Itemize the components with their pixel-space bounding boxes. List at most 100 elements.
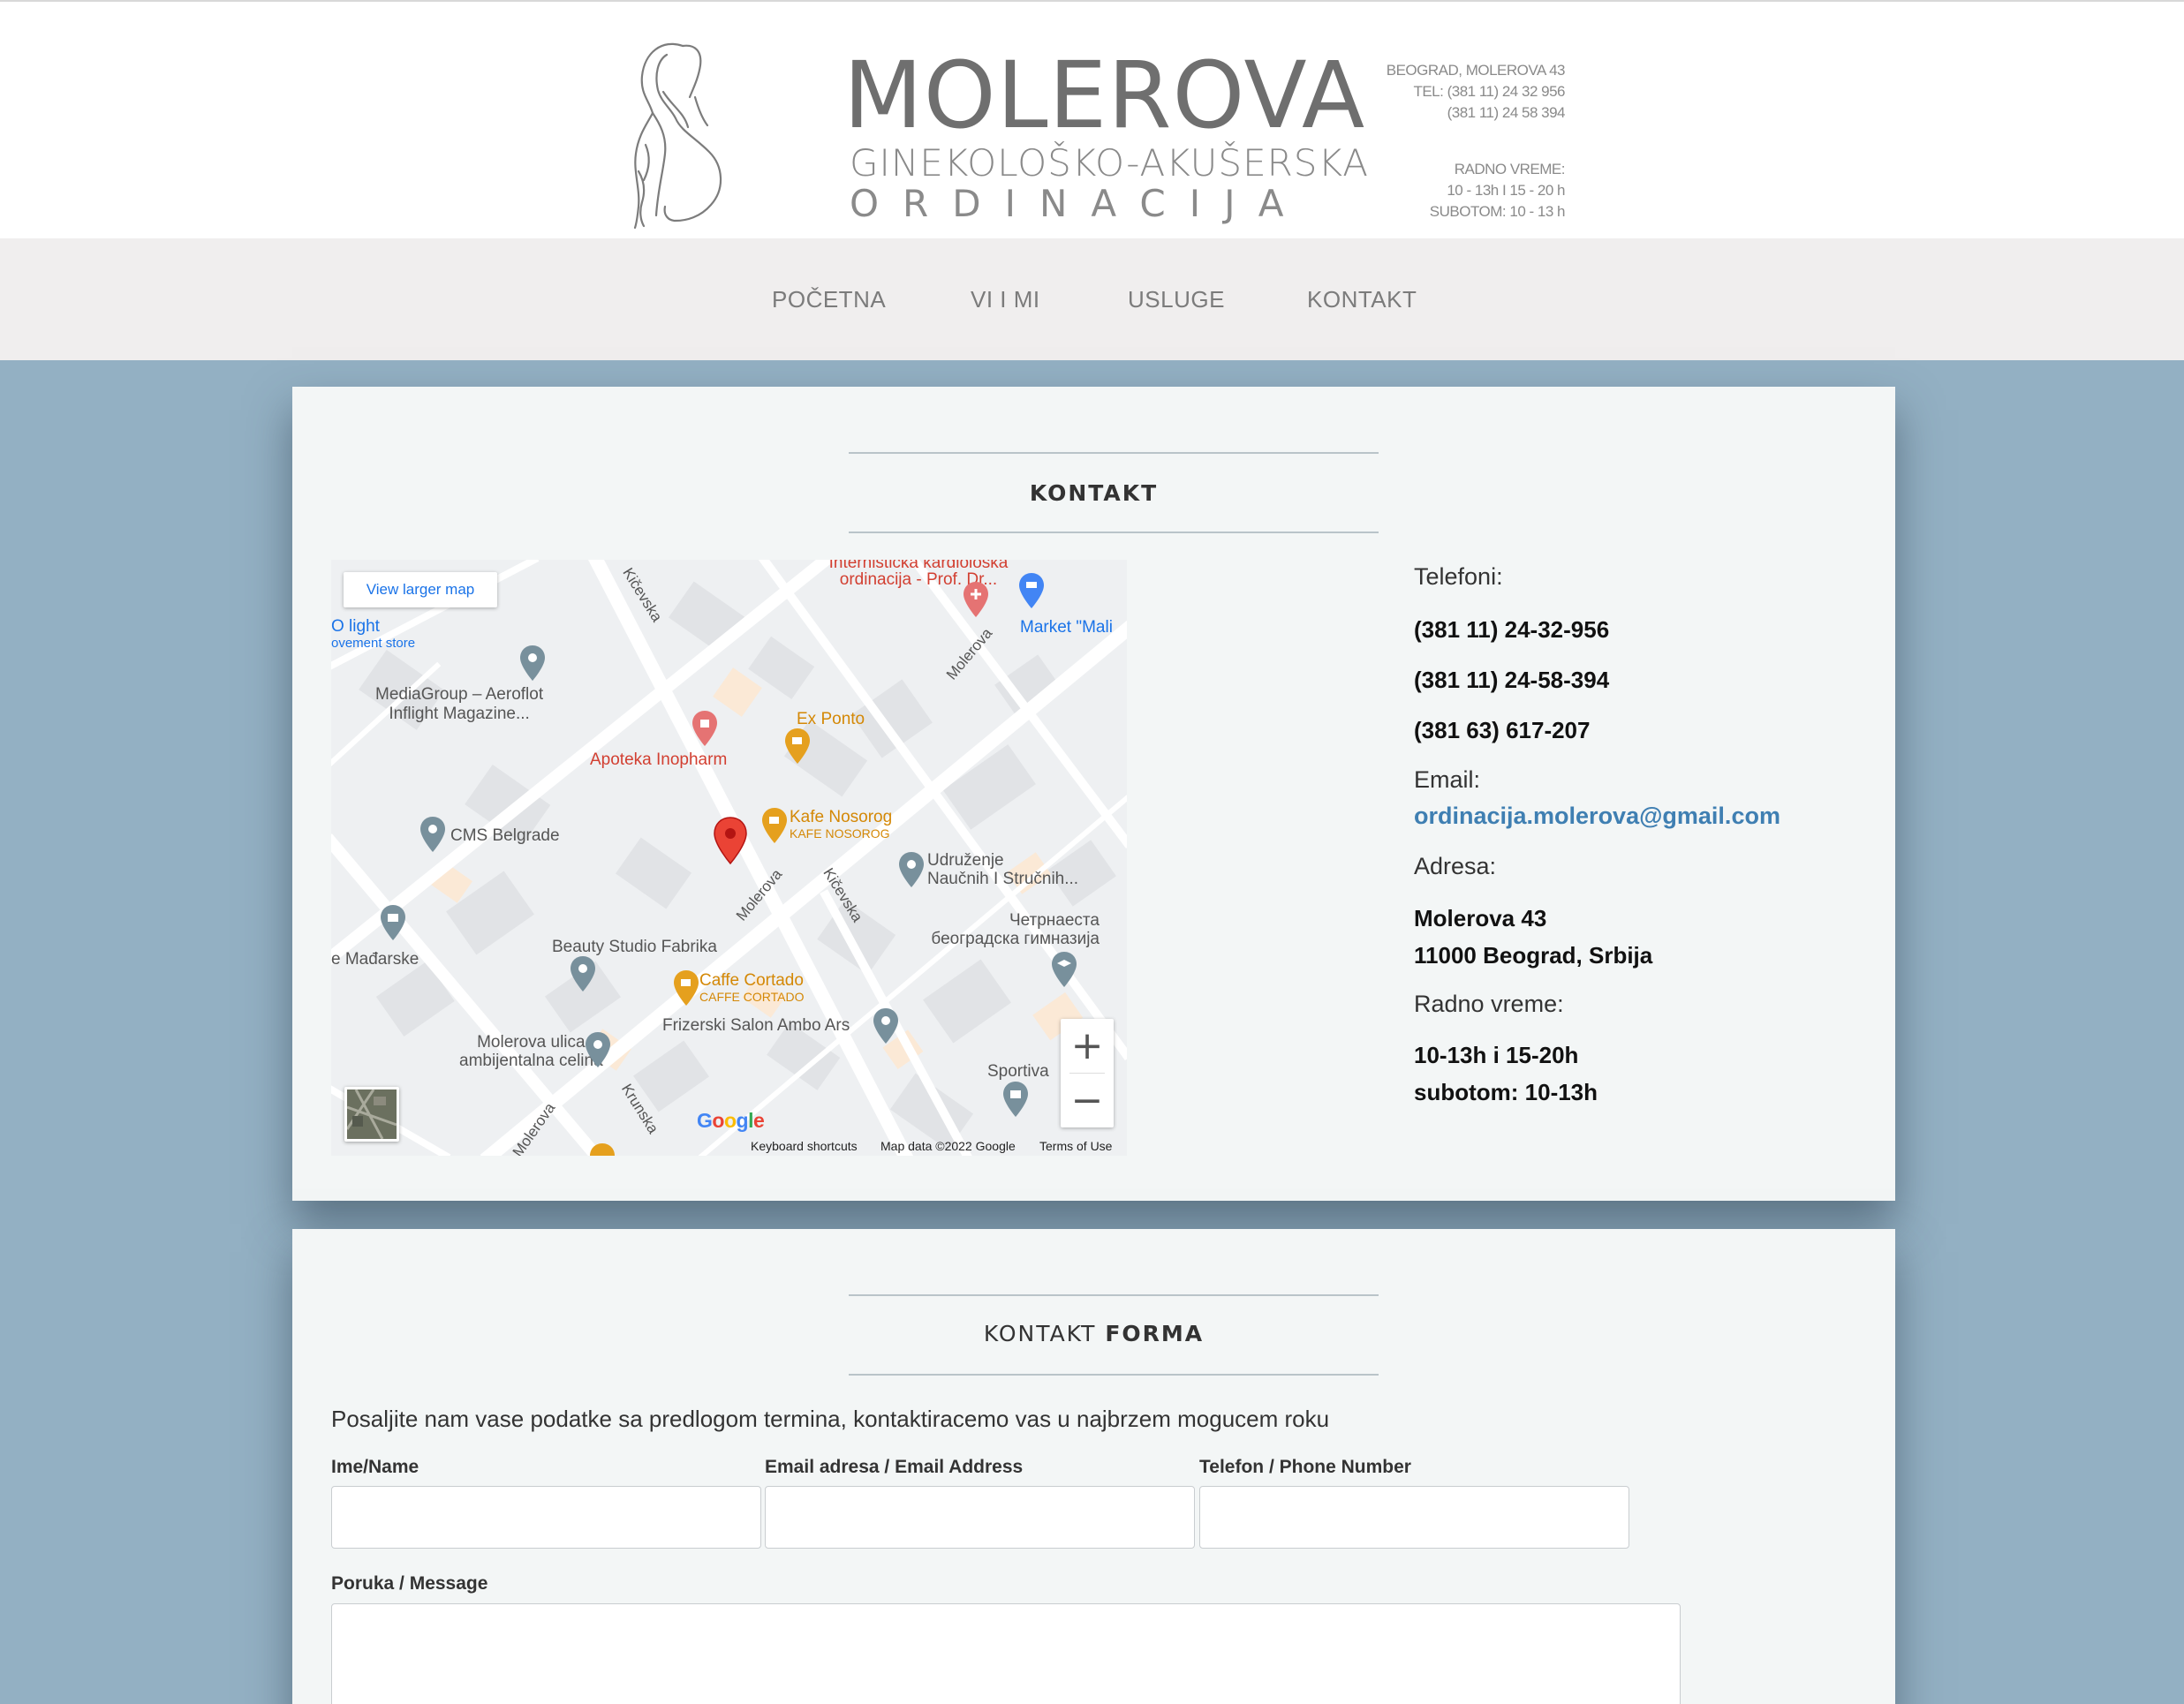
museum-pin-icon[interactable] [380,904,406,941]
poi-pin-icon[interactable] [898,851,925,888]
terms-of-use-link[interactable]: Terms of Use [1039,1139,1112,1153]
email-link[interactable]: ordinacija.molerova@gmail.com [1414,803,1780,830]
place-label: Udruženje [927,851,1004,870]
map-place-ex-ponto[interactable]: Ex Ponto [797,710,865,729]
phone-field[interactable] [1199,1486,1629,1549]
header-contact-info: BEOGRAD, MOLEROVA 43 TEL: (381 11) 24 32… [1307,60,1566,222]
email-field[interactable] [765,1486,1195,1549]
map-data-attribution: Map data ©2022 Google [880,1139,1016,1153]
phone-number[interactable]: (381 63) 617-207 [1414,717,1590,744]
place-label: ovement store [331,636,416,651]
museum-pin-icon[interactable] [1002,1081,1029,1118]
contact-card: KONTAKT Kičevska Kičevska Molerova Moler… [292,387,1895,1201]
keyboard-shortcuts-link[interactable]: Keyboard shortcuts [751,1139,858,1153]
satellite-thumbnail-icon [347,1090,397,1139]
map-place-light[interactable]: O light ovement store [331,618,415,652]
phones-label: Telefoni: [1414,563,1503,590]
phone-number[interactable]: (381 11) 24-32-956 [1414,616,1609,644]
place-label: ambijentalna celina [459,1052,603,1070]
hours-label: Radno vreme: [1414,991,1564,1017]
place-label: CAFFE CORTADO [699,990,805,1004]
google-map[interactable]: Kičevska Kičevska Molerova Molerova Krun… [331,560,1127,1156]
place-label: Caffe Cortado [699,971,804,990]
place-label: београдска гимназија [931,930,1100,948]
school-pin-icon[interactable] [1051,951,1077,988]
hours-weekdays: 10-13h i 15-20h [1414,1042,1579,1068]
pregnant-woman-logo-icon[interactable] [614,39,733,229]
site-header: MOLEROVA GINEKOLOŠKO-AKUŠERSKA ORDINACIJ… [0,0,2184,238]
shopping-cart-pin-icon[interactable] [1018,572,1045,609]
brand-subtitle: GINEKOLOŠKO-AKUŠERSKA [850,141,1369,185]
zoom-out-button[interactable]: − [1061,1074,1114,1127]
poi-pin-icon[interactable] [570,955,596,992]
medical-pin-icon[interactable] [963,581,989,618]
section-title: KONTAKT FORMA [983,1321,1205,1346]
phone-number[interactable]: (381 11) 24-58-394 [1414,667,1609,694]
map-footer: Keyboard shortcuts Map data ©2022 Google… [331,1135,1127,1156]
poi-pin-icon[interactable] [585,1031,611,1068]
section-divider-top [849,452,1379,454]
nav-item-pocetna[interactable]: POČETNA [772,286,886,313]
header-tel-1: TEL: (381 11) 24 32 956 [1413,83,1565,100]
location-pin-icon[interactable] [713,816,748,865]
contact-form-card: KONTAKT FORMA Posaljite nam vase podatke… [292,1229,1895,1704]
address-street: Molerova 43 [1414,905,1547,931]
form-intro-text: Posaljite nam vase podatke sa predlogom … [331,1406,1330,1432]
zoom-in-button[interactable]: + [1061,1019,1114,1073]
map-place-beauty[interactable]: Beauty Studio Fabrika [552,938,717,957]
cafe-pin-icon[interactable] [761,807,788,844]
poi-pin-icon[interactable] [519,645,546,682]
message-field-label: Poruka / Message [331,1573,488,1594]
email-label: Email: [1414,766,1481,793]
place-label: Kafe Nosorog [790,808,893,826]
address-city: 11000 Beograd, Srbija [1414,942,1653,969]
place-label: Naučnih I Stručnih... [927,870,1079,888]
header-hours-week: 10 - 13h I 15 - 20 h [1447,182,1565,199]
place-label: Inflight Magazine... [389,705,530,723]
map-place-market[interactable]: Market "Mali [1020,618,1113,637]
view-larger-map-button[interactable]: View larger map [344,572,497,607]
place-label: Molerova ulica [477,1033,586,1052]
map-place-apoteka[interactable]: Apoteka Inopharm [590,750,727,770]
section-title: KONTAKT [1029,480,1159,506]
message-field[interactable] [331,1603,1681,1704]
brand-name[interactable]: MOLEROVA [843,49,1365,141]
nav-item-kontakt[interactable]: KONTAKT [1307,286,1417,313]
header-hours-title: RADNO VREME: [1454,161,1566,177]
nav-item-vi-i-mi[interactable]: VI I MI [971,286,1040,313]
brand-subtitle-2: ORDINACIJA [850,182,1308,225]
place-label: KAFE NOSOROG [790,826,890,841]
place-label: MediaGroup – Aeroflot [375,685,544,704]
satellite-toggle-button[interactable] [344,1087,399,1142]
map-place-kafe-nosorog[interactable]: Kafe Nosorog KAFE NOSOROG [790,809,892,842]
google-logo[interactable]: Google [697,1109,765,1133]
header-tel-2: (381 11) 24 58 394 [1447,104,1566,121]
cafe-pin-icon[interactable] [784,728,811,765]
nav-item-usluge[interactable]: USLUGE [1128,286,1225,313]
hours-saturday: subotom: 10-13h [1414,1079,1598,1105]
cafe-pin-icon[interactable] [673,969,699,1007]
section-divider-top [849,1294,1379,1296]
poi-pin-icon[interactable] [419,816,446,853]
section-divider-bottom [849,532,1379,533]
map-place-udruzenje[interactable]: Udruženje Naučnih I Stručnih... [927,851,1078,888]
map-place-cms[interactable]: CMS Belgrade [450,826,560,846]
map-place-clinic[interactable]: Internistička kardiološka ordinacija - P… [808,560,1029,588]
phone-field-label: Telefon / Phone Number [1199,1457,1411,1477]
place-label: ordinacija - Prof. Dr... [839,570,998,589]
map-place-sportiva[interactable]: Sportiva [987,1062,1049,1082]
name-field[interactable] [331,1486,761,1549]
map-place-gimnazija[interactable]: Четрнаеста београдска гимназија [905,911,1100,948]
map-place-frizerski[interactable]: Frizerski Salon Ambo Ars [662,1016,850,1036]
header-address: BEOGRAD, MOLEROVA 43 [1386,62,1566,79]
map-place-madjarske[interactable]: e Mađarske [331,950,419,969]
map-place-cortado[interactable]: Caffe Cortado CAFFE CORTADO [699,972,805,1006]
main-nav: POČETNA VI I MI USLUGE KONTAKT [0,238,2184,360]
poi-pin-icon[interactable] [873,1007,899,1044]
map-place-mediagroup[interactable]: MediaGroup – Aeroflot Inflight Magazine.… [375,685,543,724]
pharmacy-pin-icon[interactable] [691,710,718,747]
header-hours-sat: SUBOTOM: 10 - 13 h [1429,203,1566,220]
email-field-label: Email adresa / Email Address [765,1457,1024,1477]
map-place-molerova-ulica[interactable]: Molerova ulica ambijentalna celina [459,1033,603,1070]
address-label: Adresa: [1414,853,1497,879]
